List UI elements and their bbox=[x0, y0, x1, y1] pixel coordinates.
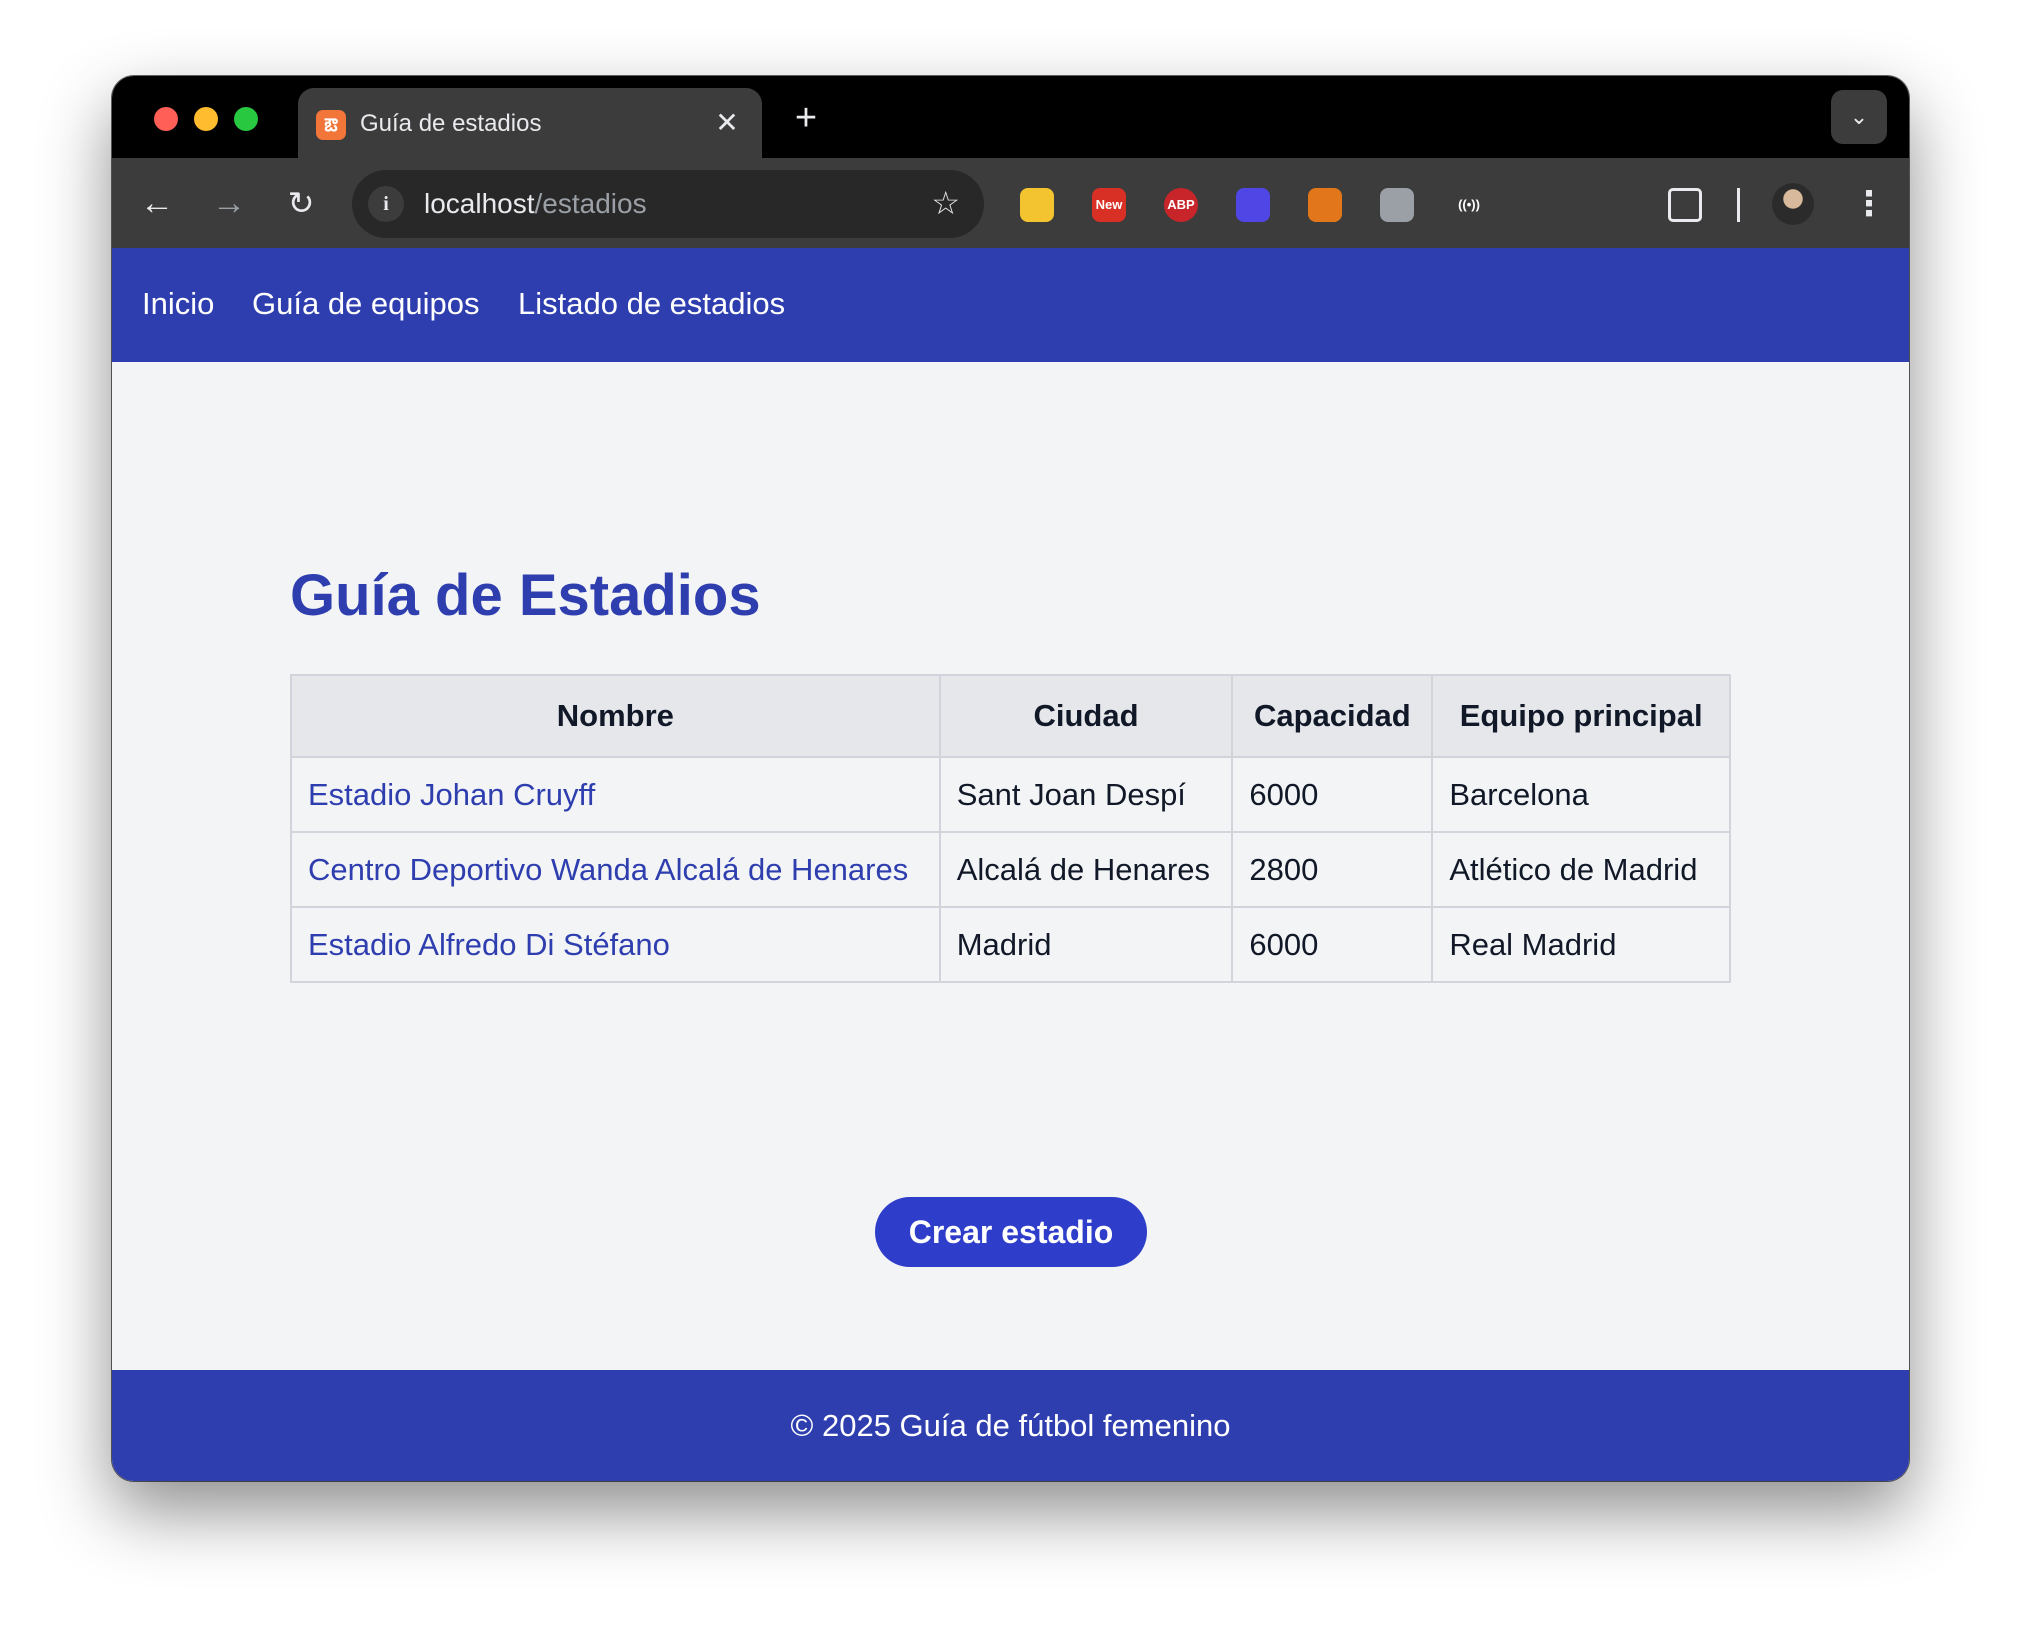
capacity-cell: 2800 bbox=[1231, 831, 1434, 908]
capacity-cell: 6000 bbox=[1231, 906, 1434, 983]
table-row: Centro Deportivo Wanda Alcalá de Henares… bbox=[290, 831, 1731, 908]
site-info-icon[interactable]: i bbox=[368, 186, 404, 222]
column-header-nombre: Nombre bbox=[290, 674, 941, 758]
forward-button[interactable]: → bbox=[206, 180, 252, 226]
rocket-extension-icon[interactable] bbox=[1524, 188, 1558, 222]
metamask-extension-icon[interactable] bbox=[1308, 188, 1342, 222]
new-badge-extension-icon[interactable]: New bbox=[1092, 188, 1126, 222]
puzzle-extensions-icon[interactable] bbox=[1668, 188, 1702, 222]
stadiums-table: Nombre Ciudad Capacidad Equipo principal… bbox=[290, 674, 1731, 983]
site-navbar: Inicio Guía de equipos Listado de estadi… bbox=[112, 248, 1909, 362]
reload-button[interactable]: ↻ bbox=[278, 180, 324, 226]
tab-title: Guía de estadios bbox=[360, 110, 542, 137]
create-stadium-button[interactable]: Crear estadio bbox=[875, 1197, 1147, 1267]
column-header-ciudad: Ciudad bbox=[938, 674, 1234, 758]
tracker-block-extension-icon[interactable] bbox=[1596, 188, 1630, 222]
tab-close-icon[interactable]: ✕ bbox=[710, 106, 744, 140]
stadium-name-cell: Centro Deportivo Wanda Alcalá de Henares bbox=[290, 831, 941, 908]
tab-strip: ఔ Guía de estadios ✕ + ⌄ bbox=[112, 76, 1909, 158]
capacity-cell: 6000 bbox=[1231, 756, 1434, 833]
hexagon-extension-icon[interactable] bbox=[1236, 188, 1270, 222]
new-tab-button[interactable]: + bbox=[784, 96, 828, 140]
browser-window: ఔ Guía de estadios ✕ + ⌄ ← → ↻ i localho… bbox=[112, 76, 1909, 1481]
team-cell: Atlético de Madrid bbox=[1431, 831, 1731, 908]
site-footer: © 2025 Guía de fútbol femenino bbox=[112, 1370, 1909, 1481]
xampp-favicon-icon: ఔ bbox=[316, 110, 346, 140]
url-path: /estadios bbox=[534, 188, 647, 219]
keep-extension-icon[interactable] bbox=[1020, 188, 1054, 222]
stadium-link[interactable]: Estadio Johan Cruyff bbox=[308, 777, 595, 812]
page-title: Guía de Estadios bbox=[290, 563, 761, 628]
nav-link-listado-estadios[interactable]: Listado de estadios bbox=[518, 286, 785, 322]
team-cell: Barcelona bbox=[1431, 756, 1731, 833]
back-button[interactable]: ← bbox=[134, 180, 180, 226]
url-text[interactable]: localhost/estadios bbox=[424, 188, 647, 220]
stadium-link[interactable]: Estadio Alfredo Di Stéfano bbox=[308, 927, 670, 962]
abp-extension-icon[interactable]: ABP bbox=[1164, 188, 1198, 222]
column-header-capacidad: Capacidad bbox=[1231, 674, 1434, 758]
browser-toolbar: ← → ↻ i localhost/estadios ☆ New ABP ((•))… bbox=[112, 158, 1909, 248]
stadium-name-cell: Estadio Johan Cruyff bbox=[290, 756, 941, 833]
stadium-link[interactable]: Centro Deportivo Wanda Alcalá de Henares bbox=[308, 852, 908, 887]
tab-search-button[interactable]: ⌄ bbox=[1831, 90, 1887, 144]
close-window-button[interactable] bbox=[154, 107, 178, 131]
browser-menu-icon[interactable]: ⋮ bbox=[1852, 182, 1886, 226]
profile-avatar[interactable] bbox=[1772, 183, 1814, 225]
toolbar-separator bbox=[1737, 188, 1740, 222]
column-header-equipo: Equipo principal bbox=[1431, 674, 1731, 758]
city-cell: Sant Joan Despí bbox=[938, 756, 1234, 833]
table-header-row: Nombre Ciudad Capacidad Equipo principal bbox=[290, 674, 1731, 758]
nav-link-guia-equipos[interactable]: Guía de equipos bbox=[252, 286, 480, 322]
team-cell: Real Madrid bbox=[1431, 906, 1731, 983]
address-bar[interactable]: i localhost/estadios ☆ bbox=[352, 170, 984, 238]
city-cell: Madrid bbox=[938, 906, 1234, 983]
stadium-name-cell: Estadio Alfredo Di Stéfano bbox=[290, 906, 941, 983]
nav-link-inicio[interactable]: Inicio bbox=[142, 286, 214, 322]
main-content: Guía de Estadios Nombre Ciudad Capacidad… bbox=[112, 362, 1909, 1370]
table-row: Estadio Alfredo Di Stéfano Madrid 6000 R… bbox=[290, 906, 1731, 983]
minimize-window-button[interactable] bbox=[194, 107, 218, 131]
active-tab[interactable]: ఔ Guía de estadios ✕ bbox=[298, 88, 762, 158]
city-cell: Alcalá de Henares bbox=[938, 831, 1234, 908]
broadcast-extension-icon[interactable]: ((•)) bbox=[1452, 188, 1486, 222]
disabled-extension-icon[interactable] bbox=[1380, 188, 1414, 222]
url-host: localhost bbox=[424, 188, 535, 219]
bookmark-star-icon[interactable]: ☆ bbox=[931, 184, 960, 222]
table-row: Estadio Johan Cruyff Sant Joan Despí 600… bbox=[290, 756, 1731, 833]
maximize-window-button[interactable] bbox=[234, 107, 258, 131]
